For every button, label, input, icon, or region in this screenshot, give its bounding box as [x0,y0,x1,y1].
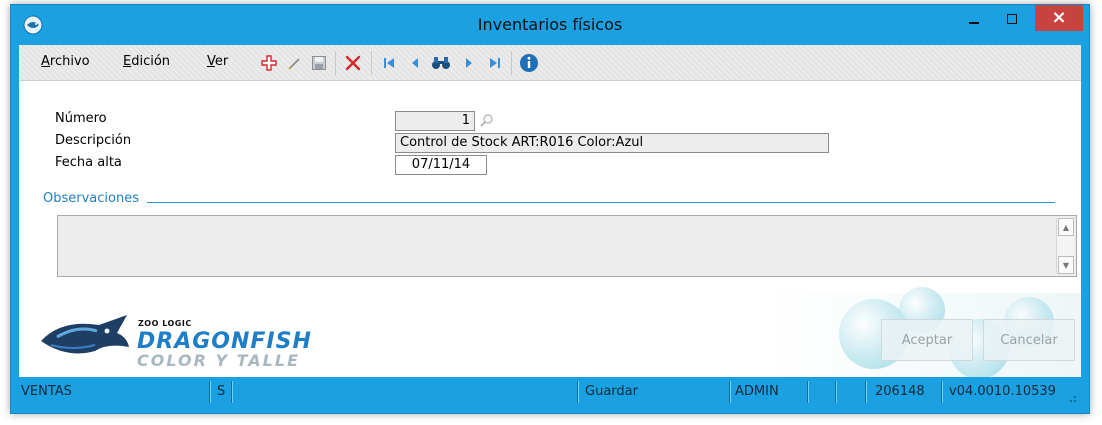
info-button[interactable] [519,53,539,73]
logo-company-text: ZOO LOGIC [138,319,192,328]
menu-archivo-label: rchivo [49,54,90,69]
status-divider [835,381,837,403]
previous-record-icon [412,58,418,68]
observaciones-textarea[interactable]: ▲ ▼ [57,215,1077,277]
status-divider [231,381,233,403]
minimize-icon [969,22,979,24]
scroll-up-icon[interactable]: ▲ [1058,218,1074,236]
status-divider [729,381,731,403]
menu-ver[interactable]: Ver [207,54,228,69]
cancelar-button[interactable]: Cancelar [983,319,1075,361]
observaciones-scrollbar[interactable]: ▲ ▼ [1056,218,1074,274]
status-flag: S [217,384,226,399]
info-icon [520,54,538,72]
toolbar-separator [371,51,372,75]
menu-edicion-label: dición [131,54,171,69]
status-divider [577,381,579,403]
descripcion-field[interactable]: Control de Stock ART:R016 Color:Azul [395,133,829,153]
save-button[interactable] [309,53,329,73]
add-button[interactable] [259,53,279,73]
status-divider [865,381,867,403]
toolbar-separator [335,51,336,75]
close-button[interactable]: × [1035,5,1083,31]
status-bar: VENTAS S Guardar ADMIN 206148 v04.0010.1… [19,377,1081,407]
edit-icon [288,58,300,70]
menu-archivo-accel: A [41,54,50,69]
observaciones-label: Observaciones [43,191,147,206]
menu-archivo[interactable]: Archivo [41,54,90,69]
numero-field[interactable]: 1 [395,111,475,131]
search-binoculars-icon [432,57,450,69]
delete-icon [345,55,361,71]
fecha-alta-label: Fecha alta [55,155,122,170]
status-module: VENTAS [21,384,72,399]
dragonfish-fish-icon [41,315,129,354]
status-divider [807,381,809,403]
scroll-down-icon[interactable]: ▼ [1058,256,1074,274]
toolbar-separator [511,51,512,75]
status-action: Guardar [585,384,638,399]
status-version: v04.0010.10539 [949,384,1056,399]
aceptar-button[interactable]: Aceptar [881,319,973,361]
dragonfish-logo: ZOO LOGIC DRAGONFISH COLOR Y TALLE [37,303,367,371]
last-record-icon [490,58,500,68]
logo-tagline-text: COLOR Y TALLE [137,351,300,370]
edit-button[interactable] [285,53,305,73]
next-record-icon [466,58,472,68]
descripcion-label: Descripción [55,133,132,148]
minimize-button[interactable] [959,5,989,33]
search-button[interactable] [431,53,451,73]
status-divider [941,381,943,403]
first-record-button[interactable] [379,53,399,73]
status-code: 206148 [875,384,925,399]
save-icon [312,56,326,70]
maximize-icon [1007,14,1017,24]
numero-label: Número [55,111,107,126]
status-divider [209,381,211,403]
window-client: Archivo Edición Ver Número 1 Descripción… [19,45,1081,407]
menu-edicion-accel: E [123,54,132,69]
menu-ver-accel: V [207,54,215,69]
window-title: Inventarios físicos [477,15,623,34]
title-bar[interactable]: Inventarios físicos × [11,5,1089,45]
menu-toolbar: Archivo Edición Ver [19,45,1081,81]
maximize-button[interactable] [997,5,1027,33]
observaciones-divider [45,202,1055,203]
status-user: ADMIN [735,384,779,399]
lookup-icon[interactable] [479,113,495,129]
fecha-alta-field[interactable]: 07/11/14 [395,155,487,175]
app-window: Inventarios físicos × Archivo Edición Ve… [10,4,1090,414]
resize-grip-icon[interactable] [1067,393,1077,403]
close-icon: × [1051,7,1067,28]
next-record-button[interactable] [459,53,479,73]
delete-button[interactable] [343,53,363,73]
previous-record-button[interactable] [405,53,425,73]
menu-edicion[interactable]: Edición [123,54,170,69]
add-icon [261,55,277,71]
menu-ver-label: er [214,54,229,69]
first-record-icon [384,58,394,68]
last-record-button[interactable] [485,53,505,73]
